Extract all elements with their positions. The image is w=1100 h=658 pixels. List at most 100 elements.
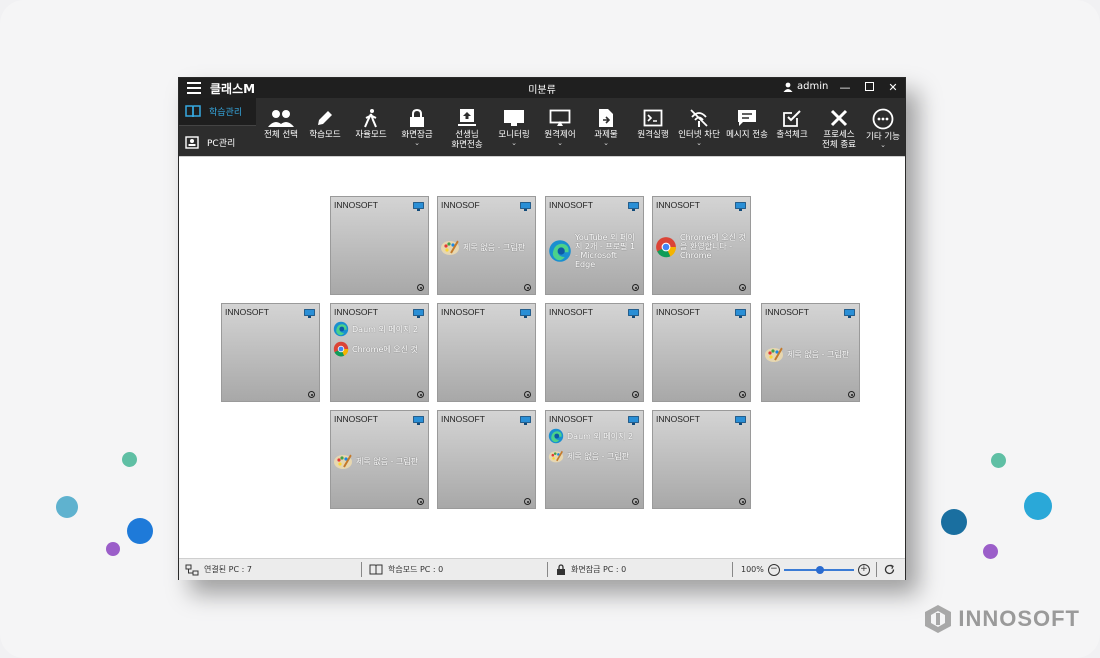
connected-pc-count: 연결된 PC : 7 (204, 565, 252, 574)
zoom-slider[interactable] (783, 565, 854, 574)
chevron-down-icon[interactable]: ⌄ (880, 142, 886, 149)
message-send-button[interactable]: 메시지 전송 (725, 98, 769, 156)
attendance-button[interactable]: 출석체크 (773, 98, 811, 156)
edge-icon (548, 428, 564, 444)
lock-icon (410, 108, 424, 127)
teacher-screen-send-button[interactable]: 선생님 화면전송 (445, 98, 489, 156)
users-icon (268, 110, 294, 127)
minimize-button[interactable]: — (833, 78, 857, 98)
assignment-button[interactable]: 과제물 ⌄ (587, 98, 625, 156)
options-icon[interactable] (417, 391, 424, 398)
pc-name: INNOSOFT (334, 414, 378, 424)
pc-tile[interactable]: INNOSOFT Chrome에 오신 것을 환영합니다 - Chrome (652, 196, 751, 295)
pc-tile[interactable]: INNOSOFT (437, 410, 536, 509)
pc-tile[interactable]: INNOSOFT (652, 410, 751, 509)
free-mode-button[interactable]: 자율모드 (351, 98, 391, 156)
book-icon (185, 105, 201, 118)
running-app: 제목 없음 - 그림판 (548, 448, 639, 464)
options-icon[interactable] (417, 284, 424, 291)
running-app: Daum 외 페이지 2 (333, 321, 424, 337)
monitor-icon (735, 202, 746, 211)
tab-pc-management[interactable]: PC관리 (179, 128, 256, 156)
options-icon[interactable] (632, 391, 639, 398)
toolbar-label: 전체 선택 (264, 130, 298, 140)
tab-learning-management[interactable]: 학습관리 (179, 98, 256, 126)
check-box-icon (783, 110, 801, 127)
options-icon[interactable] (524, 284, 531, 291)
options-icon[interactable] (524, 498, 531, 505)
options-icon[interactable] (739, 284, 746, 291)
pc-tile[interactable]: INNOSOFT Daum 외 페이지 2 제목 없음 - 그림판 (545, 410, 644, 509)
running-app: Daum 외 페이지 2 (548, 428, 639, 444)
running-apps: Daum 외 페이지 2 제목 없음 - 그림판 (548, 428, 639, 468)
zoom-in-button[interactable]: + (857, 563, 870, 576)
user-name: admin (797, 81, 829, 92)
chevron-down-icon[interactable]: ⌄ (557, 140, 563, 147)
options-icon[interactable] (308, 391, 315, 398)
pc-tile[interactable]: INNOSOFT (221, 303, 320, 402)
pc-tile[interactable]: INNOSOFT 제목 없음 - 그림판 (330, 410, 429, 509)
monitor-icon (413, 202, 424, 211)
pc-tile[interactable]: INNOSOFT (437, 303, 536, 402)
options-icon[interactable] (524, 391, 531, 398)
kill-all-process-button[interactable]: 프로세스 전체 종료 (817, 98, 861, 156)
deco-dot (56, 496, 78, 518)
message-icon (738, 110, 756, 126)
user-account[interactable]: admin (783, 81, 828, 92)
close-button[interactable]: ✕ (881, 78, 905, 98)
pc-name: INNOSOFT (334, 307, 378, 317)
options-icon[interactable] (739, 391, 746, 398)
app-title: 제목 없음 - 그림판 (787, 349, 850, 359)
app-title: 제목 없음 - 그림판 (356, 456, 419, 466)
learning-mode-count: 학습모드 PC : 0 (388, 565, 444, 574)
toolbar-label: 메시지 전송 (726, 130, 768, 140)
running-apps: 제목 없음 - 그림판 (440, 237, 531, 261)
learning-mode-button[interactable]: 학습모드 (305, 98, 345, 156)
remote-control-button[interactable]: 원격제어 ⌄ (539, 98, 581, 156)
zoom-out-button[interactable]: − (767, 563, 780, 576)
options-icon[interactable] (848, 391, 855, 398)
internet-block-button[interactable]: 인터넷 차단 ⌄ (675, 98, 723, 156)
maximize-button[interactable] (857, 78, 881, 98)
options-icon[interactable] (632, 284, 639, 291)
monitor-icon (628, 416, 639, 425)
monitoring-button[interactable]: 모니터링 ⌄ (493, 98, 535, 156)
pc-name: INNOSOF (441, 200, 480, 210)
toolbar: 학습관리 PC관리 전체 선택 학습모드 자율모드 화면잠금 ⌄ 선생님 화면전 (179, 98, 905, 156)
pc-tile[interactable]: INNOSOFT (652, 303, 751, 402)
chevron-down-icon[interactable]: ⌄ (696, 140, 702, 147)
pc-name: INNOSOFT (549, 200, 593, 210)
pc-tile[interactable]: INNOSOFT YouTube 외 페이지 2개 - 프로필 1 - Micr… (545, 196, 644, 295)
chevron-down-icon[interactable]: ⌄ (414, 140, 420, 147)
zoom-control: 100% − + (741, 559, 870, 580)
chevron-down-icon[interactable]: ⌄ (603, 140, 609, 147)
pc-name: INNOSOFT (441, 307, 485, 317)
screen-lock-button[interactable]: 화면잠금 ⌄ (397, 98, 437, 156)
status-bar: 연결된 PC : 7 학습모드 PC : 0 화면잠금 PC : 0 100% … (179, 558, 905, 580)
zoom-slider-handle[interactable] (815, 565, 824, 574)
running-apps: 제목 없음 - 그림판 (333, 451, 424, 475)
more-icon (872, 108, 894, 130)
app-title: Chrome에 오신 것 (352, 344, 418, 354)
pc-tile[interactable]: INNOSOF 제목 없음 - 그림판 (437, 196, 536, 295)
running-app: YouTube 외 페이지 2개 - 프로필 1 - Microsoft Edg… (548, 233, 639, 269)
logo-icon (925, 605, 952, 633)
more-features-button[interactable]: 기타 기능 ⌄ (863, 98, 903, 156)
screen-lock-count: 화면잠금 PC : 0 (571, 565, 627, 574)
options-icon[interactable] (632, 498, 639, 505)
remote-run-button[interactable]: 원격실행 (633, 98, 673, 156)
pc-tile[interactable]: INNOSOFT (330, 196, 429, 295)
remote-screen-icon (549, 109, 571, 126)
refresh-button[interactable] (884, 559, 895, 580)
pc-tile[interactable]: INNOSOFT Daum 외 페이지 2 Chrome에 오신 것 (330, 303, 429, 402)
pc-tile[interactable]: INNOSOFT 제목 없음 - 그림판 (761, 303, 860, 402)
monitor-icon (413, 309, 424, 318)
chevron-down-icon[interactable]: ⌄ (511, 140, 517, 147)
deco-dot (122, 452, 137, 467)
pc-name: INNOSOFT (549, 414, 593, 424)
options-icon[interactable] (417, 498, 424, 505)
pc-tile[interactable]: INNOSOFT (545, 303, 644, 402)
options-icon[interactable] (739, 498, 746, 505)
select-all-button[interactable]: 전체 선택 (259, 98, 303, 156)
edge-icon (333, 321, 349, 337)
